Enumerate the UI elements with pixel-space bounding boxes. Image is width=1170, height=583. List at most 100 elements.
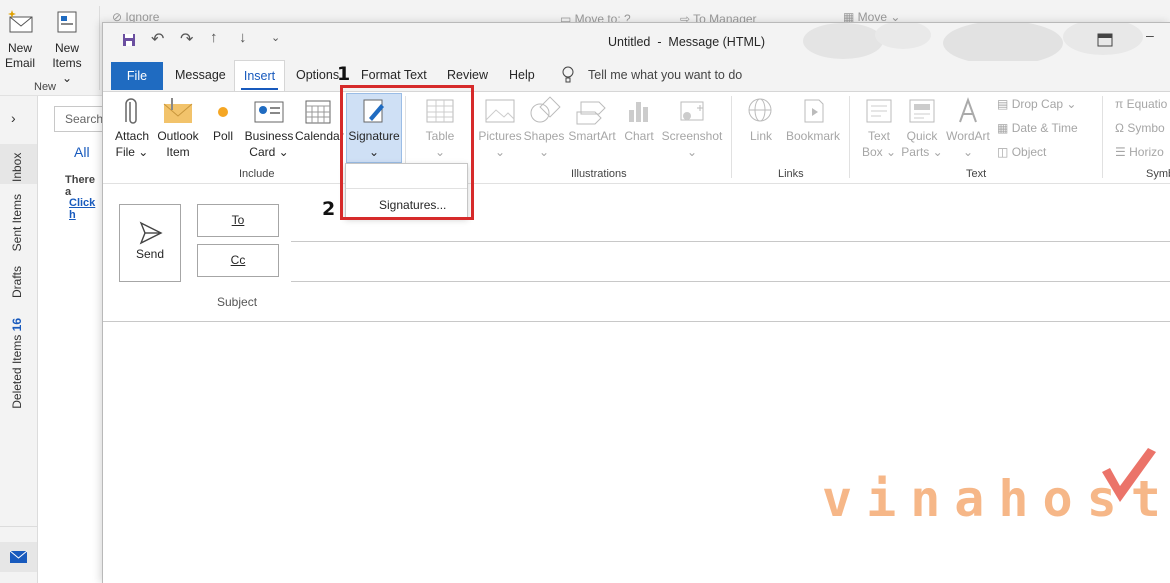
attach-file-button[interactable]: Attach File ⌄: [111, 96, 153, 160]
outlook-item-label-2: Item: [166, 145, 190, 159]
mail-icon: [9, 550, 28, 563]
tab-help[interactable]: Help: [509, 68, 535, 82]
tab-message[interactable]: Message: [175, 68, 226, 82]
outlook-item-button[interactable]: Outlook Item: [153, 96, 203, 160]
subject-input[interactable]: [103, 321, 1170, 322]
highlight-box: [340, 85, 474, 220]
calendar-button[interactable]: Calendar: [295, 96, 344, 144]
mail-nav-button[interactable]: [0, 542, 37, 572]
to-label: To: [231, 213, 245, 227]
link-label: Link: [749, 129, 772, 143]
new-items-label-1: New: [54, 41, 79, 55]
wordart-icon: [959, 97, 977, 123]
arrow-up-icon[interactable]: ↑: [210, 29, 218, 46]
chart-button[interactable]: Chart: [619, 96, 659, 144]
new-items-label-2: Items: [52, 56, 82, 70]
screen: New Email New Items ⌄ New ⊘ Ignore ▭ Move …: [0, 0, 1170, 583]
bookmark-icon: [804, 99, 824, 123]
title-bar: ↶ ↷ ↑ ↓ ⌄ Untitled - Message (HTML) –: [103, 23, 1170, 61]
folder-drafts[interactable]: Drafts: [10, 266, 24, 298]
screenshot-button[interactable]: Screenshot ⌄: [659, 96, 725, 160]
save-icon[interactable]: [121, 32, 137, 48]
object-label: Object: [1011, 145, 1047, 159]
symbol-label: Symbo: [1127, 121, 1165, 135]
step-1-marker: 1: [337, 63, 351, 85]
smartart-label: SmartArt: [568, 129, 616, 143]
link-button[interactable]: Link: [743, 96, 779, 144]
subject-label: Subject: [217, 295, 258, 309]
outlook-item-icon: [163, 98, 193, 123]
folder-inbox[interactable]: Inbox: [0, 144, 37, 184]
poll-button[interactable]: Poll: [207, 96, 239, 144]
object-icon: ◫: [997, 145, 1009, 159]
text-box-button[interactable]: Text Box ⌄: [859, 96, 899, 160]
divider: [99, 6, 100, 90]
tell-me-search[interactable]: Tell me what you want to do: [588, 68, 742, 82]
wordart-button[interactable]: WordArt ⌄: [944, 96, 992, 160]
to-input[interactable]: [291, 241, 1170, 242]
new-items-button[interactable]: New Items ⌄: [47, 8, 87, 86]
send-arrow-icon: [139, 221, 163, 245]
group-links-label: Links: [778, 168, 804, 180]
shapes-button[interactable]: Shapes ⌄: [521, 96, 567, 160]
send-button[interactable]: Send: [119, 204, 181, 282]
customize-qat-icon[interactable]: ⌄: [271, 31, 280, 44]
calendar-label: Calendar: [295, 129, 344, 143]
arrow-down-icon[interactable]: ↓: [239, 29, 247, 46]
new-items-icon: [57, 11, 77, 33]
drop-cap-icon: ▤: [997, 97, 1009, 111]
object-button[interactable]: ◫ Object: [997, 145, 1046, 159]
equation-button[interactable]: π Equatio: [1115, 97, 1167, 111]
divider: [0, 526, 37, 527]
new-email-label-1: New: [7, 41, 32, 55]
bookmark-label: Bookmark: [785, 129, 841, 143]
lightbulb-icon: [562, 66, 574, 83]
expand-chevron-icon[interactable]: ›: [11, 110, 16, 126]
message-body[interactable]: [103, 323, 1170, 583]
business-card-icon: [254, 101, 284, 123]
tab-format-text[interactable]: Format Text: [361, 68, 427, 82]
date-time-label: Date & Time: [1011, 121, 1078, 135]
click-here-link[interactable]: Click h: [69, 197, 102, 221]
filter-all-tab[interactable]: All: [74, 144, 90, 160]
globe-link-icon: [748, 98, 772, 122]
picture-icon: [485, 99, 515, 123]
text-box-icon: [866, 99, 892, 123]
new-email-button[interactable]: New Email: [4, 8, 36, 71]
attach-file-label-2: File: [115, 145, 135, 159]
symbol-button[interactable]: Ω Symbo: [1115, 121, 1165, 135]
text-box-label-2: Box: [861, 145, 883, 159]
horizontal-line-label: Horizo: [1129, 145, 1164, 159]
smartart-button[interactable]: SmartArt: [565, 96, 619, 144]
folder-sent[interactable]: Sent Items: [10, 194, 24, 251]
tab-insert[interactable]: Insert: [234, 60, 285, 92]
tab-options[interactable]: Options: [296, 68, 339, 82]
horizontal-line-button[interactable]: ☰ Horizo: [1115, 145, 1164, 159]
drop-cap-button[interactable]: ▤ Drop Cap ⌄: [997, 97, 1076, 111]
shapes-label: Shapes: [523, 129, 565, 143]
cc-button[interactable]: Cc: [197, 244, 279, 277]
undo-icon[interactable]: ↶: [151, 29, 164, 49]
empty-message-text: There a: [65, 174, 95, 198]
pictures-button[interactable]: Pictures ⌄: [477, 96, 523, 160]
group-new-label: New: [34, 81, 57, 93]
screenshot-icon: [680, 101, 704, 121]
cc-input[interactable]: [291, 281, 1170, 282]
minimize-icon[interactable]: –: [1146, 27, 1154, 43]
wordart-label: WordArt: [946, 129, 990, 143]
folder-deleted-label: Deleted Items: [10, 334, 24, 409]
to-button[interactable]: To: [197, 204, 279, 237]
quick-parts-button[interactable]: Quick Parts ⌄: [900, 96, 944, 160]
chart-label: Chart: [624, 129, 654, 143]
tab-review[interactable]: Review: [447, 68, 488, 82]
pi-icon: π: [1115, 97, 1124, 111]
date-time-button[interactable]: ▦ Date & Time: [997, 121, 1078, 135]
business-card-button[interactable]: Business Card ⌄: [243, 96, 295, 160]
folder-deleted[interactable]: Deleted Items 16: [10, 318, 24, 409]
redo-icon[interactable]: ↷: [180, 29, 193, 49]
text-box-label-1: Text: [867, 129, 890, 143]
tab-file[interactable]: File: [111, 62, 163, 90]
bookmark-button[interactable]: Bookmark: [781, 96, 845, 144]
window-title: Untitled - Message (HTML): [608, 35, 765, 49]
ribbon-display-options-icon[interactable]: [1097, 33, 1113, 47]
